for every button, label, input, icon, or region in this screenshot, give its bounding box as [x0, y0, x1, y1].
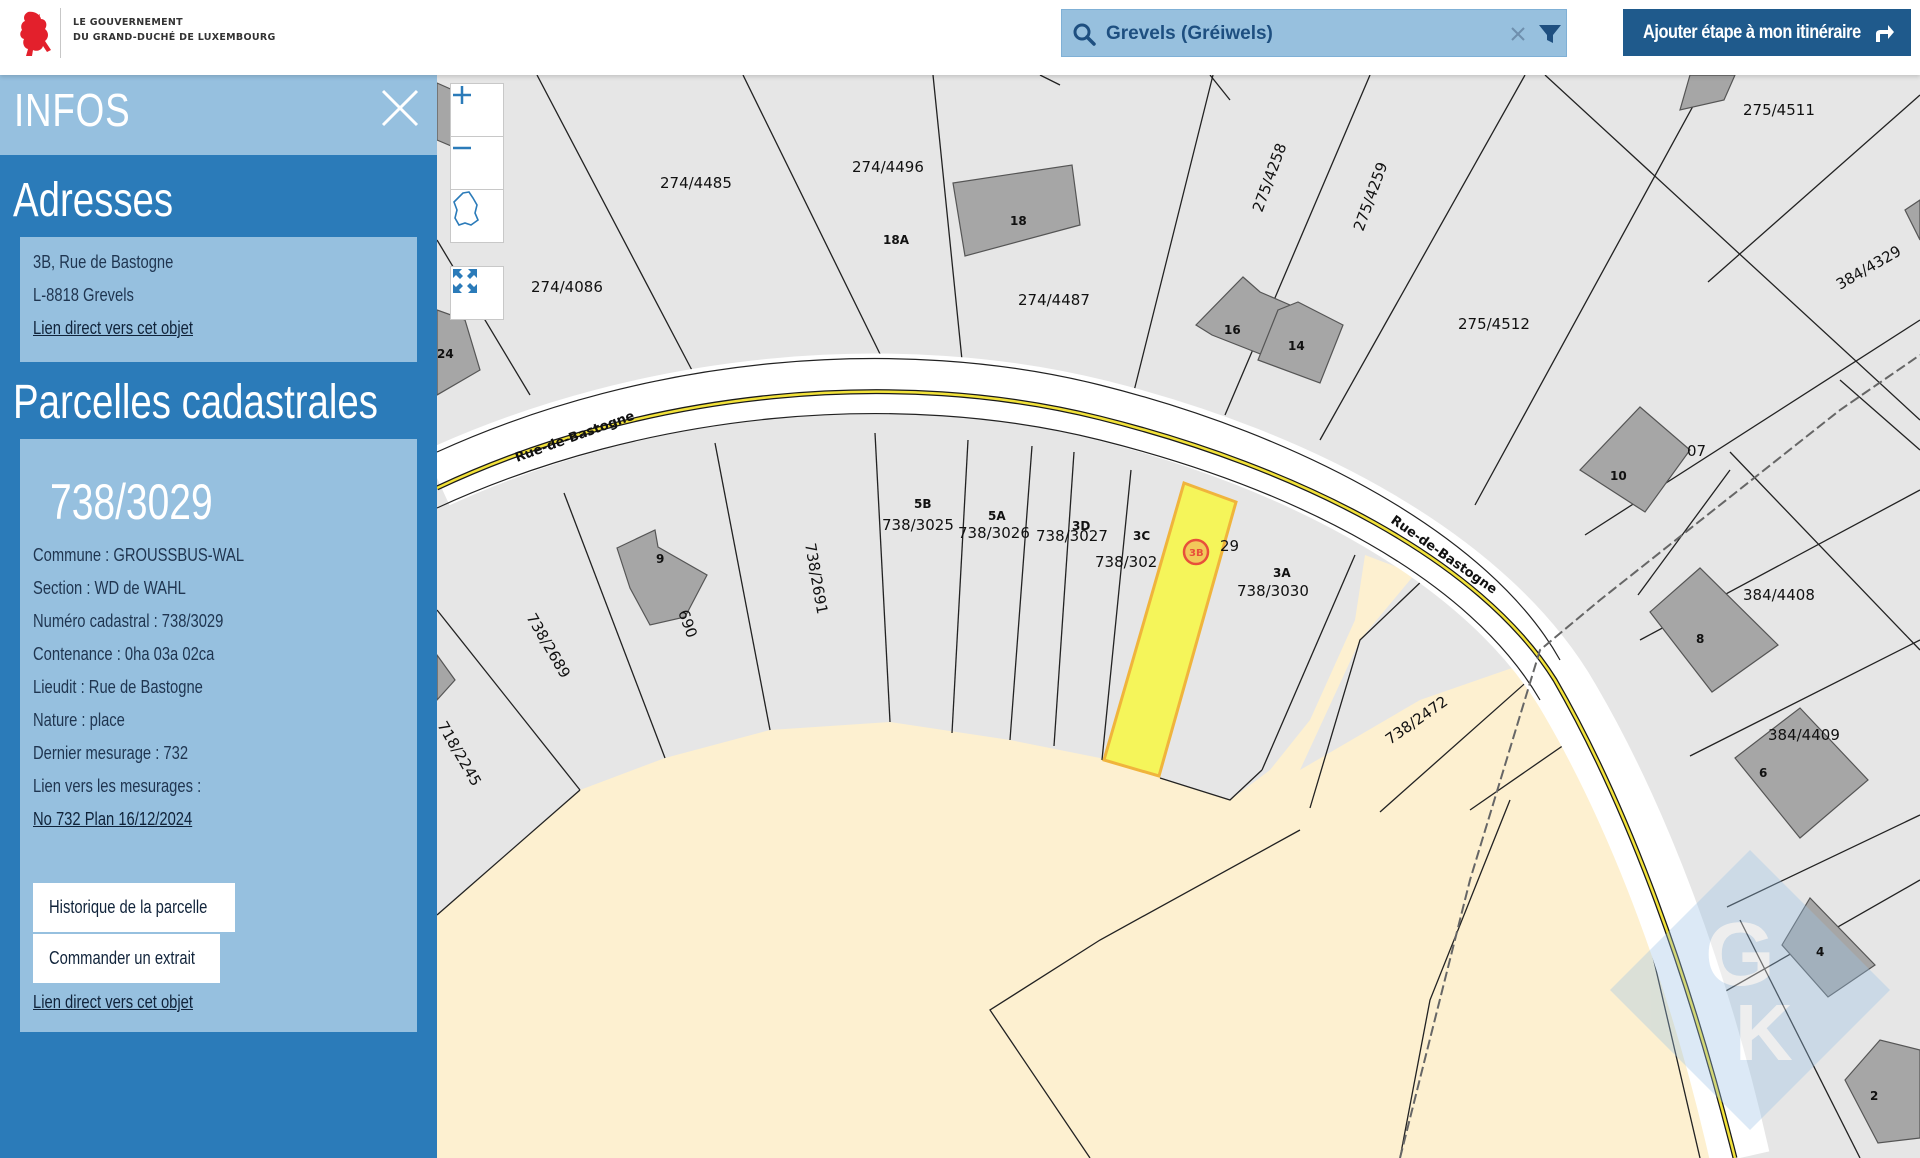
map-canvas[interactable]: G K Rue-de-Bastogne Rue-de-Bastogne 274/… [437, 75, 1920, 1158]
house-number: 16 [1224, 323, 1241, 337]
info-sidebar: INFOS Adresses 3B, Rue de Bastogne L-881… [0, 75, 437, 1158]
parcels-title: Parcelles cadastrales [13, 376, 378, 429]
parcel-label: 275/4511 [1743, 101, 1815, 119]
sidebar-header: INFOS [0, 75, 437, 155]
logo-divider [60, 8, 61, 58]
parcel-history-label: Historique de la parcelle [49, 897, 208, 917]
parcel-mesurages-label: Lien vers les mesurages : [33, 776, 202, 796]
parcel-label: 738/3026 [958, 524, 1030, 542]
parcel-label: 07 [1687, 442, 1706, 460]
house-number: 8 [1696, 632, 1704, 646]
house-number: 5A [988, 509, 1006, 523]
parcel-number: 738/3029 [50, 474, 213, 530]
parcel-section: Section : WD de WAHL [33, 578, 186, 598]
add-route-step-button[interactable]: Ajouter étape à mon itinéraire [1623, 9, 1911, 56]
house-number: 2 [1870, 1089, 1878, 1103]
house-number: 3D [1072, 519, 1090, 533]
parcel-nature: Nature : place [33, 710, 125, 730]
house-number: 18A [883, 233, 910, 247]
mesurage-plan-link[interactable]: No 732 Plan 16/12/2024 [33, 809, 192, 830]
minus-icon [453, 146, 471, 150]
parcel-label: 275/4512 [1458, 315, 1530, 333]
fullscreen-icon [453, 269, 477, 293]
house-number: 24 [437, 347, 454, 361]
filter-icon[interactable] [1536, 20, 1564, 48]
address-locality: L-8818 Grevels [33, 285, 134, 305]
plus-icon [453, 86, 471, 104]
parcel-label: 274/4496 [852, 158, 924, 176]
zoom-in-button[interactable] [450, 83, 504, 137]
house-number: 3C [1133, 529, 1150, 543]
turn-right-arrow-icon [1876, 25, 1894, 42]
parcel-label: 274/4086 [531, 278, 603, 296]
address-street: 3B, Rue de Bastogne [33, 252, 174, 272]
house-number: 9 [656, 552, 664, 566]
close-icon[interactable] [379, 87, 421, 129]
parcel-card: 738/3029 Commune : GROUSSBUS-WAL Section… [20, 439, 417, 1032]
parcel-commune: Commune : GROUSSBUS-WAL [33, 545, 245, 565]
parcel-numero: Numéro cadastral : 738/3029 [33, 611, 224, 631]
parcel-label: 738/302 [1095, 553, 1157, 571]
house-number: 6 [1759, 766, 1767, 780]
address-direct-link[interactable]: Lien direct vers cet objet [33, 318, 193, 339]
house-number: 3B [1189, 548, 1204, 559]
parcel-direct-link[interactable]: Lien direct vers cet objet [33, 992, 193, 1013]
house-number: 5B [914, 497, 932, 511]
cadastral-map[interactable]: G K Rue-de-Bastogne Rue-de-Bastogne 274/… [437, 75, 1920, 1158]
top-header: Le Gouvernement du Grand-Duché de Luxemb… [0, 0, 1920, 75]
svg-text:K: K [1735, 988, 1793, 1077]
luxembourg-outline-icon [453, 191, 479, 226]
search-icon [1073, 23, 1096, 46]
zoom-out-button[interactable] [450, 136, 504, 190]
addresses-title: Adresses [13, 174, 174, 227]
parcel-label: 384/4408 [1743, 586, 1815, 604]
luxembourg-lion-logo-icon[interactable] [14, 8, 54, 58]
parcel-label: 29 [1220, 537, 1239, 555]
government-name: Le Gouvernement du Grand-Duché de Luxemb… [73, 15, 276, 45]
search-input[interactable] [1106, 16, 1456, 52]
order-extract-label: Commander un extrait [49, 948, 196, 968]
country-extent-button[interactable] [450, 189, 504, 243]
parcel-label: 384/4409 [1768, 726, 1840, 744]
house-number: 14 [1288, 339, 1305, 353]
house-number: 18 [1010, 214, 1027, 228]
search-box [1061, 9, 1567, 57]
house-number: 3A [1273, 566, 1291, 580]
house-number: 4 [1816, 945, 1824, 959]
government-name-line1: Le Gouvernement [73, 17, 183, 28]
government-name-line2: du Grand-Duché de Luxembourg [73, 32, 276, 43]
add-route-step-label: Ajouter étape à mon itinéraire [1643, 21, 1861, 43]
parcel-dernier-mesurage: Dernier mesurage : 732 [33, 743, 189, 763]
sidebar-title: INFOS [14, 84, 131, 136]
parcel-lieudit: Lieudit : Rue de Bastogne [33, 677, 203, 697]
parcel-label: 274/4485 [660, 174, 732, 192]
order-extract-button[interactable]: Commander un extrait [33, 934, 220, 983]
parcel-history-button[interactable]: Historique de la parcelle [33, 883, 235, 932]
address-card: 3B, Rue de Bastogne L-8818 Grevels Lien … [20, 237, 417, 362]
parcel-label: 274/4487 [1018, 291, 1090, 309]
fullscreen-button[interactable] [450, 266, 504, 320]
parcel-contenance: Contenance : 0ha 03a 02ca [33, 644, 215, 664]
clear-icon[interactable] [1504, 20, 1532, 48]
parcel-label: 738/3025 [882, 516, 954, 534]
house-number: 10 [1610, 469, 1627, 483]
parcel-label: 738/3030 [1237, 582, 1309, 600]
